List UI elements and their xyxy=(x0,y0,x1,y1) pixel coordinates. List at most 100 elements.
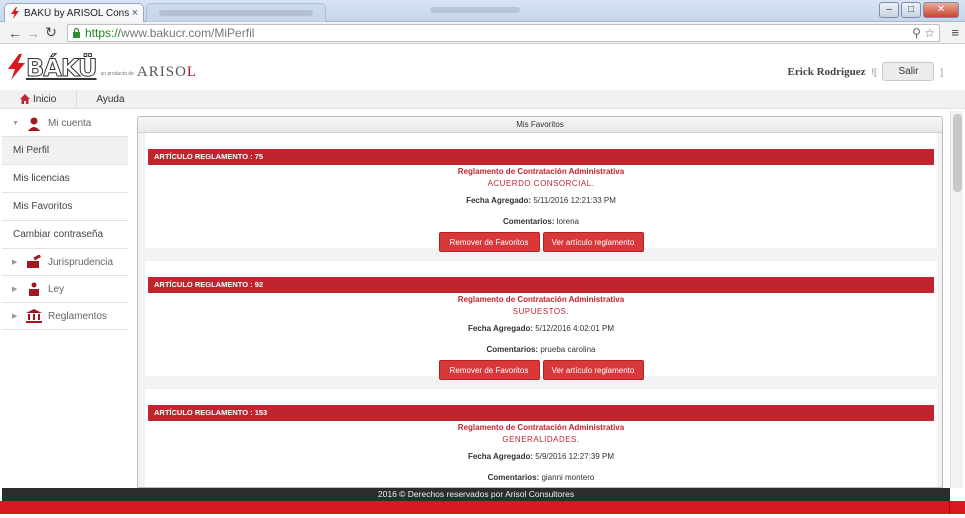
date-value: 5/12/2016 4:02:01 PM xyxy=(535,324,614,333)
collapsed-arrow-icon: ▶ xyxy=(12,259,18,266)
regulation-title: Reglamento de Contratación Administrativ… xyxy=(457,167,625,176)
card-actions: Remover de Favoritos Ver artículo reglam… xyxy=(145,360,937,380)
arisol-logo: ARISOL xyxy=(137,65,197,80)
date-label: Fecha Agregado: xyxy=(467,324,534,333)
sidebar-item-label: Mis licencias xyxy=(13,173,70,184)
sidebar-item-jurisprudencia[interactable]: ▶ Jurisprudencia xyxy=(2,249,128,276)
url-input[interactable]: https://www.bakucr.com/MiPerfil ⚲ ☆ xyxy=(67,24,940,42)
regulation-title: Reglamento de Contratación Administrativ… xyxy=(457,295,625,304)
favorite-card: ARTÍCULO REGLAMENTO : 92 Reglamento de C… xyxy=(145,261,937,380)
card-body: Reglamento de Contratación Administrativ… xyxy=(145,165,937,252)
date-added: Fecha Agregado: 5/12/2016 4:02:01 PM xyxy=(145,324,937,333)
user-name: Erick Rodriguez xyxy=(787,65,866,78)
reload-icon[interactable]: ↻ xyxy=(42,24,60,41)
nav-home[interactable]: Inicio xyxy=(0,89,78,109)
back-arrow-icon[interactable]: ← xyxy=(6,25,24,41)
date-value: 5/9/2016 12:27:39 PM xyxy=(535,452,614,461)
maximize-button[interactable]: □ xyxy=(901,2,921,18)
zoom-star-icons[interactable]: ⚲ ☆ xyxy=(912,26,935,40)
collapsed-arrow-icon: ▶ xyxy=(12,286,18,293)
sidebar-item-mi-cuenta[interactable]: ▼ Mi cuenta xyxy=(2,111,128,137)
card-actions: Remover de Favoritos Ver artículo reglam… xyxy=(145,232,937,252)
address-bar: ← → ↻ https://www.bakucr.com/MiPerfil ⚲ … xyxy=(0,22,965,44)
sidebar-item-mi-perfil[interactable]: Mi Perfil xyxy=(2,137,128,165)
forward-arrow-icon[interactable]: → xyxy=(24,25,42,41)
collapsed-arrow-icon: ▶ xyxy=(12,313,18,320)
logout-button[interactable]: Salir xyxy=(882,62,935,81)
sidebar-item-label: Mi cuenta xyxy=(48,118,92,129)
browser-tab-inactive[interactable] xyxy=(146,3,326,22)
page-scrollbar[interactable] xyxy=(950,111,963,488)
baku-logo[interactable]: BÁKÜ un producto de ARISOL xyxy=(6,54,197,82)
comments-value: gianni montero xyxy=(541,473,595,482)
date-value: 5/11/2016 12:21:33 PM xyxy=(533,196,616,205)
card-header: ARTÍCULO REGLAMENTO : 153 xyxy=(148,405,934,421)
url-protocol: https:// xyxy=(85,26,122,40)
user-icon xyxy=(28,117,40,131)
user-bracket-open: ![ xyxy=(871,66,877,77)
favorite-card: ARTÍCULO REGLAMENTO : 75 Reglamento de C… xyxy=(145,133,937,252)
sidebar-item-mis-licencias[interactable]: Mis licencias xyxy=(2,165,128,193)
regulation-subtitle: ACUERDO CONSORCIAL. xyxy=(487,179,595,188)
regulation-title: Reglamento de Contratación Administrativ… xyxy=(457,423,625,432)
comments-label: Comentarios: xyxy=(486,345,539,354)
logo-text: BÁKÜ xyxy=(26,54,99,82)
home-icon xyxy=(20,94,30,104)
card-body: Reglamento de Contratación Administrativ… xyxy=(145,293,937,380)
footer-red-bar xyxy=(0,501,965,514)
podium-icon xyxy=(29,282,39,296)
nav-home-label: Inicio xyxy=(33,93,57,105)
sidebar-item-label: Ley xyxy=(48,283,65,295)
card-header: ARTÍCULO REGLAMENTO : 92 xyxy=(148,277,934,293)
sidebar: ▼ Mi cuenta Mi Perfil Mis licencias Mis … xyxy=(2,111,128,488)
browser-tab[interactable]: BÁKÜ by ARISOL Consulto × xyxy=(4,3,144,22)
favorite-card: ARTÍCULO REGLAMENTO : 153 Reglamento de … xyxy=(145,389,937,487)
arisol-logo-accent: L xyxy=(186,64,198,80)
user-area: Erick Rodriguez ![ Salir ] xyxy=(788,62,943,81)
top-nav: Inicio Ayuda xyxy=(0,89,965,109)
tab-close-icon[interactable]: × xyxy=(132,7,138,19)
comments-label: Comentarios: xyxy=(487,473,540,482)
arisol-logo-main: ARISO xyxy=(136,64,187,80)
comments: Comentarios: lorena xyxy=(145,217,937,226)
browser-menu-icon[interactable]: ≡ xyxy=(951,25,959,40)
close-window-button[interactable]: ✕ xyxy=(923,2,959,18)
window-controls: – □ ✕ xyxy=(879,2,959,18)
date-added: Fecha Agregado: 5/9/2016 12:27:39 PM xyxy=(145,452,937,461)
lock-icon xyxy=(73,28,80,38)
remove-favorite-button[interactable]: Remover de Favoritos xyxy=(438,360,540,380)
nav-help[interactable]: Ayuda xyxy=(77,90,134,109)
sidebar-item-label: Mi Perfil xyxy=(13,145,50,156)
blurred-tab-area xyxy=(430,7,520,13)
remove-favorite-button[interactable]: Remover de Favoritos xyxy=(438,232,540,252)
date-added: Fecha Agregado: 5/11/2016 12:21:33 PM xyxy=(145,196,937,205)
tab-title: BÁKÜ by ARISOL Consulto xyxy=(24,7,129,19)
sidebar-item-label: Mis Favoritos xyxy=(13,201,73,212)
view-article-button[interactable]: Ver artículo reglamento xyxy=(542,360,644,380)
institution-icon xyxy=(26,309,42,323)
expand-arrow-icon: ▼ xyxy=(12,120,19,127)
regulation-subtitle: SUPUESTOS. xyxy=(512,307,570,316)
logo-byline: un producto de xyxy=(100,71,134,77)
comments-value: lorena xyxy=(556,217,580,226)
user-bracket-close: ] xyxy=(940,66,943,77)
sidebar-item-label: Jurisprudencia xyxy=(48,256,114,268)
sidebar-item-cambiar-contrasena[interactable]: Cambiar contraseña xyxy=(2,221,128,249)
sidebar-item-ley[interactable]: ▶ Ley xyxy=(2,276,128,303)
view-article-button[interactable]: Ver artículo reglamento xyxy=(542,232,644,252)
nav-help-label: Ayuda xyxy=(96,93,125,105)
lightning-bolt-icon xyxy=(8,54,25,80)
baku-favicon-icon xyxy=(11,7,19,19)
comments-label: Comentarios: xyxy=(502,217,555,226)
sidebar-item-label: Reglamentos xyxy=(48,310,107,322)
panel-title: Mis Favoritos xyxy=(138,117,942,133)
sidebar-item-mis-favoritos[interactable]: Mis Favoritos xyxy=(2,193,128,221)
favorites-panel: Mis Favoritos ARTÍCULO REGLAMENTO : 75 R… xyxy=(137,116,943,488)
minimize-button[interactable]: – xyxy=(879,2,899,18)
comments-value: prueba carolina xyxy=(540,345,596,354)
sidebar-item-label: Cambiar contraseña xyxy=(13,229,104,240)
date-label: Fecha Agregado: xyxy=(466,196,532,205)
scrollbar-thumb[interactable] xyxy=(953,114,962,192)
sidebar-item-reglamentos[interactable]: ▶ Reglamentos xyxy=(2,303,128,330)
url-path: www.bakucr.com/MiPerfil xyxy=(121,26,255,40)
